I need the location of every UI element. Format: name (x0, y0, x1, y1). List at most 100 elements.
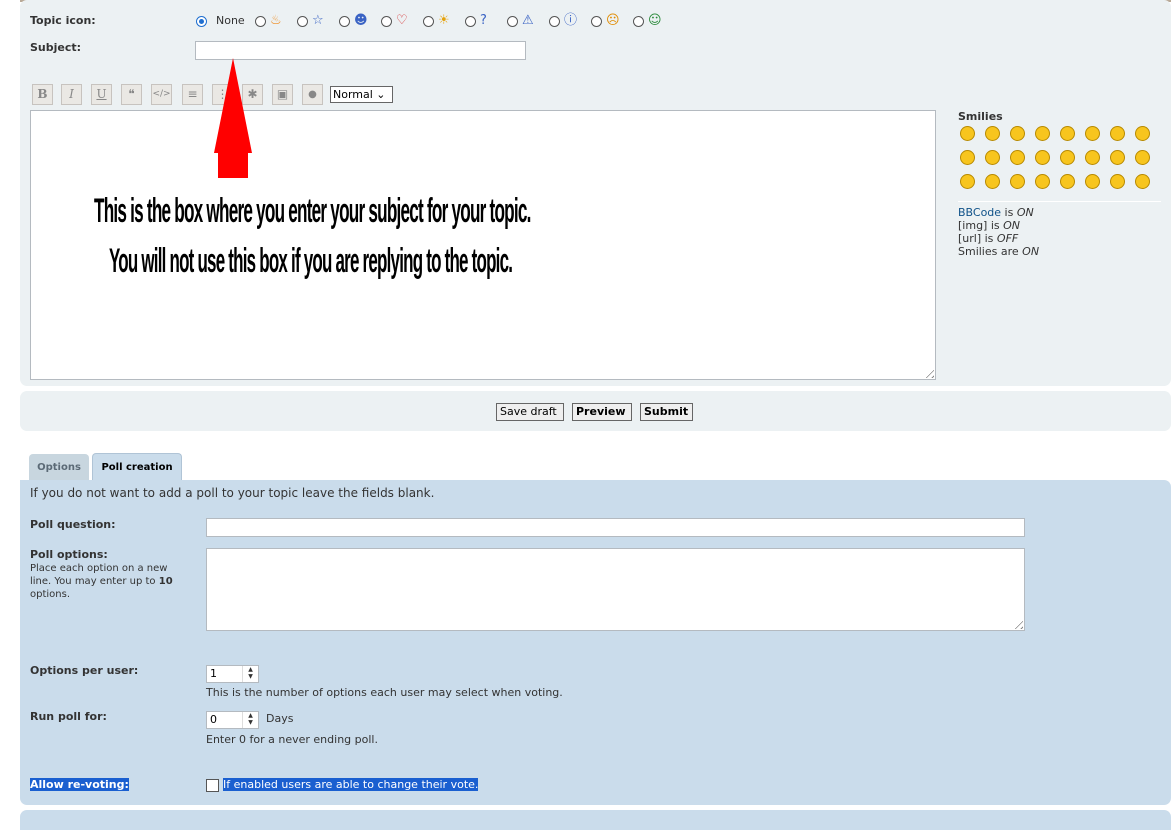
topic-icon-none-radio[interactable] (196, 16, 207, 27)
img-status: [img] is ON (958, 219, 1020, 232)
spinner-arrows-icon[interactable]: ▲ ▼ (242, 712, 258, 728)
smiley-icon: ☻ (354, 13, 368, 28)
tab-poll-creation[interactable]: Poll creation (92, 453, 182, 481)
fire-icon: ♨ (270, 13, 282, 28)
smiley-icon[interactable] (1110, 150, 1125, 165)
topic-icon-heart-radio[interactable] (381, 16, 392, 27)
resize-grip-icon[interactable] (922, 366, 934, 378)
smiley-icon[interactable] (960, 126, 975, 141)
tab-options[interactable]: Options (29, 454, 89, 481)
italic-button[interactable]: I (61, 84, 82, 105)
info-icon: ⓘ (564, 13, 578, 28)
options-per-user-input[interactable]: 1 ▲ ▼ (206, 665, 259, 683)
font-size-select[interactable]: Normal ⌄ (330, 86, 393, 103)
smiley-icon[interactable] (1085, 150, 1100, 165)
poll-options-help-1: Place each option on a new (30, 563, 168, 574)
run-poll-value: 0 (210, 713, 217, 726)
submit-button[interactable]: Submit (640, 403, 693, 421)
url-status-value: OFF (996, 232, 1019, 245)
question-icon: ? (480, 13, 487, 28)
img-status-value: ON (1003, 219, 1021, 232)
poll-intro: If you do not want to add a poll to your… (30, 486, 435, 500)
topic-icon-sun-radio[interactable] (423, 16, 434, 27)
sun-icon: ☀ (438, 13, 450, 28)
allow-revoting-help: If enabled users are able to change thei… (223, 778, 479, 791)
smiley-icon[interactable] (985, 174, 1000, 189)
smiley-icon[interactable] (1060, 174, 1075, 189)
smiley-icon[interactable] (1085, 174, 1100, 189)
image-button[interactable]: ▣ (272, 84, 293, 105)
run-poll-unit: Days (266, 712, 294, 725)
color-button[interactable]: ● (302, 84, 323, 105)
smilies-title: Smilies (958, 110, 1003, 123)
smiley-icon[interactable] (960, 174, 975, 189)
smiley-icon[interactable] (985, 150, 1000, 165)
topic-icon-info-radio[interactable] (549, 16, 560, 27)
code-button[interactable]: </> (151, 84, 172, 105)
poll-question-input[interactable] (206, 518, 1025, 537)
heart-icon: ♡ (396, 13, 408, 28)
list-button[interactable]: ≡ (182, 84, 203, 105)
run-poll-input[interactable]: 0 ▲ ▼ (206, 711, 259, 729)
smiley-icon[interactable] (1010, 126, 1025, 141)
smiley-icon[interactable] (1085, 126, 1100, 141)
topic-icon-surprised-radio[interactable] (591, 16, 602, 27)
topic-icon-star-radio[interactable] (297, 16, 308, 27)
topic-icon-warning-radio[interactable] (507, 16, 518, 27)
smiley-icon[interactable] (1135, 150, 1150, 165)
smilies-status-label: Smilies are (958, 245, 1023, 258)
run-poll-help: Enter 0 for a never ending poll. (206, 733, 378, 746)
smiley-icon[interactable] (1060, 126, 1075, 141)
smiley-icon[interactable] (1035, 126, 1050, 141)
smilies-status-value: ON (1022, 245, 1040, 258)
url-status-label: [url] is (958, 232, 997, 245)
smiley-icon[interactable] (1010, 150, 1025, 165)
resize-grip-icon[interactable] (1011, 617, 1023, 629)
smiley-icon[interactable] (1135, 126, 1150, 141)
red-arrow-shaft (218, 145, 248, 178)
bold-button[interactable]: B (32, 84, 53, 105)
smiley-icon[interactable] (1060, 150, 1075, 165)
img-status-label: [img] is (958, 219, 1004, 232)
smilies-separator (958, 201, 1161, 202)
poll-options-textarea[interactable] (206, 548, 1025, 631)
options-per-user-help: This is the number of options each user … (206, 686, 563, 699)
smiley-icon[interactable] (1110, 174, 1125, 189)
allow-revoting-checkbox[interactable] (206, 779, 219, 792)
url-status: [url] is OFF (958, 232, 1018, 245)
smiley-icon[interactable] (1135, 174, 1150, 189)
preview-button[interactable]: Preview (572, 403, 632, 421)
bbcode-status-text: is (1001, 206, 1017, 219)
bbcode-status-value: ON (1016, 206, 1034, 219)
smiley-icon[interactable] (1035, 174, 1050, 189)
smilies-status: Smilies are ON (958, 245, 1039, 258)
annotation-line-1: This is the box where you enter your sub… (94, 191, 531, 230)
options-per-user-value: 1 (210, 667, 217, 680)
topic-icon-label: Topic icon: (30, 14, 96, 27)
underline-button[interactable]: U (91, 84, 112, 105)
options-per-user-label: Options per user: (30, 664, 139, 677)
smiley-icon[interactable] (1010, 174, 1025, 189)
topic-icon-grin-radio[interactable] (633, 16, 644, 27)
poll-options-label: Poll options: (30, 548, 108, 561)
surprised-icon: ☹ (606, 13, 620, 28)
smiley-icon[interactable] (985, 126, 1000, 141)
smiley-icon[interactable] (1035, 150, 1050, 165)
quote-button[interactable]: ❝ (121, 84, 142, 105)
subject-label: Subject: (30, 41, 82, 54)
poll-options-help-3: options. (30, 589, 71, 600)
bbcode-link[interactable]: BBCode (958, 206, 1001, 219)
poll-options-help: Place each option on a new line. You may… (30, 562, 173, 601)
star-icon: ☆ (312, 13, 324, 28)
smiley-icon[interactable] (960, 150, 975, 165)
bbcode-status: BBCode is ON (958, 206, 1034, 219)
smiley-icon[interactable] (1110, 126, 1125, 141)
grin-icon: ☺ (648, 13, 662, 28)
topic-icon-smiley-radio[interactable] (339, 16, 350, 27)
spinner-arrows-icon[interactable]: ▲ ▼ (242, 666, 258, 682)
topic-icon-question-radio[interactable] (465, 16, 476, 27)
save-draft-button[interactable]: Save draft (496, 403, 564, 421)
topic-icon-fire-radio[interactable] (255, 16, 266, 27)
bottom-panel (20, 810, 1171, 830)
run-poll-label: Run poll for: (30, 710, 107, 723)
